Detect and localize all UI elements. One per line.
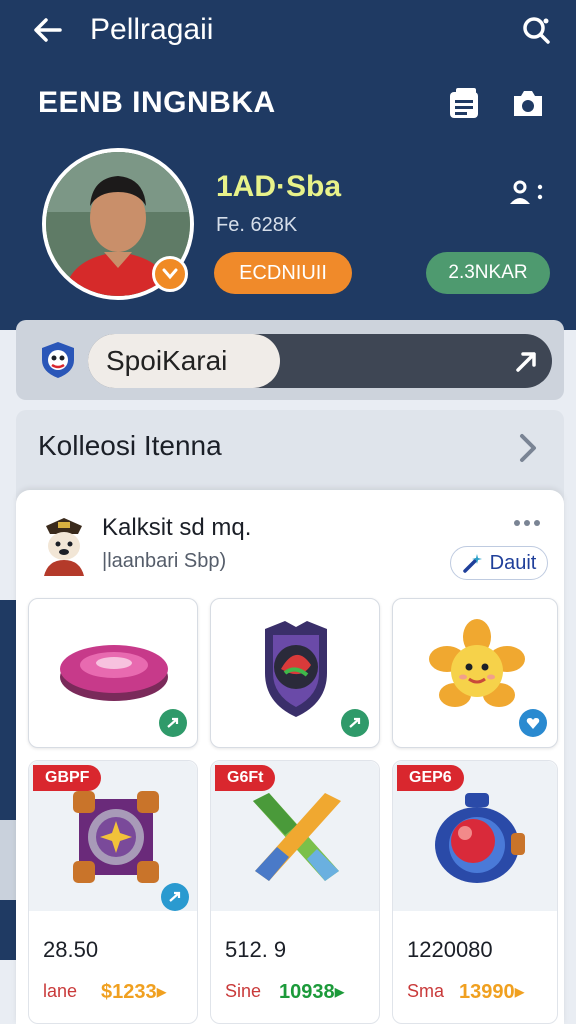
user-icon	[510, 180, 543, 204]
price-item-value: 512. 9	[225, 937, 287, 962]
item-share-badge[interactable]	[161, 883, 189, 911]
page-title: EENB INGNBKA	[38, 86, 276, 119]
panel-subtitle: |laanbari Sbp)	[102, 550, 227, 572]
back-button[interactable]	[30, 12, 66, 48]
price-item-label: Sma	[407, 981, 445, 1001]
grid-item-card[interactable]	[28, 598, 198, 748]
price-item-card[interactable]: GEP6 1220080 Sma 13990▸	[392, 760, 558, 1024]
orb-device-item-icon	[435, 793, 525, 883]
panel-avatar	[36, 512, 92, 576]
price-item-tag: GEP6	[397, 765, 464, 791]
flower-item-icon	[429, 619, 525, 707]
topbar-title: Pellragaii	[90, 13, 214, 46]
collection-title: Kolleosi Itenna	[38, 430, 222, 461]
price-item-label: lane	[43, 981, 78, 1001]
gear-shield-item-icon	[73, 791, 159, 883]
shield-item-icon	[265, 621, 327, 717]
grid-item-card[interactable]	[392, 598, 558, 748]
chevron-right-icon	[520, 434, 536, 462]
profile-meta: Fe. 628K	[216, 214, 298, 236]
panel-title: Kalksit sd mq.	[102, 514, 252, 541]
price-item-amount: $1233▸	[101, 981, 167, 1003]
profile-name: 1AD·Sba	[216, 170, 342, 203]
price-item-value: 28.50	[43, 937, 99, 962]
price-item-label: Sine	[225, 981, 262, 1001]
wand-icon	[462, 554, 482, 573]
panel-action-label: Dauit	[489, 551, 537, 574]
price-item-card[interactable]: G6Ft 512. 9 Sine 10938▸	[210, 760, 380, 1024]
arrow-up-right-icon	[516, 352, 536, 372]
price-item-amount: 13990▸	[459, 981, 525, 1003]
panel-action-button[interactable]: Dauit	[450, 546, 548, 580]
spot-search-bar[interactable]: SpoiKarai	[88, 334, 552, 388]
spot-go-button[interactable]	[512, 346, 542, 376]
share-icon	[169, 891, 181, 902]
camera-button[interactable]	[510, 88, 546, 120]
secondary-pill-button[interactable]: 2.3NKAR	[426, 252, 550, 294]
collection-chevron	[514, 432, 542, 464]
document-button[interactable]	[448, 86, 482, 122]
camera-icon	[514, 91, 542, 116]
disc-item-icon	[60, 645, 168, 701]
share-icon	[167, 717, 179, 728]
share-icon	[349, 717, 361, 728]
item-share-badge[interactable]	[341, 709, 369, 737]
item-favorite-badge[interactable]	[519, 709, 547, 737]
heart-icon	[526, 718, 540, 729]
price-item-amount: 10938▸	[279, 981, 345, 1003]
document-icon	[450, 88, 478, 118]
crossed-crystals-item-icon	[253, 793, 341, 881]
search-icon	[523, 17, 550, 44]
more-horizontal-icon	[514, 520, 540, 526]
search-button[interactable]	[518, 12, 554, 48]
arrow-left-icon	[34, 18, 62, 42]
club-logo-icon	[38, 340, 78, 380]
profile-avatar[interactable]	[42, 148, 194, 300]
primary-pill-button[interactable]: ECDNIUII	[214, 252, 352, 294]
user-menu-button[interactable]	[506, 178, 546, 208]
item-share-badge[interactable]	[159, 709, 187, 737]
grid-item-card[interactable]	[210, 598, 380, 748]
chevron-down-icon	[162, 268, 178, 280]
price-item-card[interactable]: GBPF 28.50 lane $1233▸	[28, 760, 198, 1024]
spot-card: SpoiKarai	[16, 320, 564, 400]
top-bar: Pellragaii	[0, 0, 576, 60]
verified-badge	[152, 256, 188, 292]
spot-field[interactable]: SpoiKarai	[88, 334, 280, 388]
more-options-button[interactable]	[512, 516, 542, 530]
price-item-value: 1220080	[407, 937, 493, 962]
